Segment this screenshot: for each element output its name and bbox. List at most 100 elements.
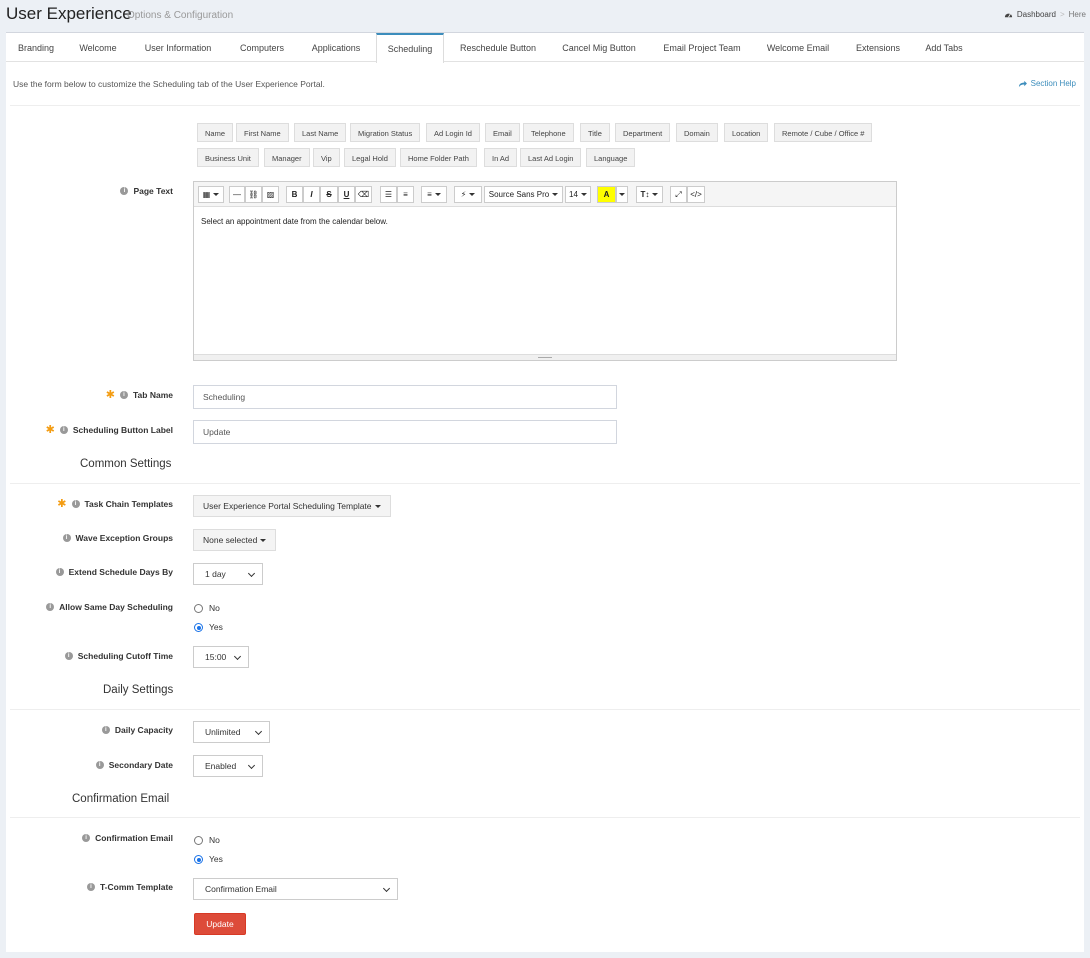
- placeholder-chip[interactable]: Name: [197, 123, 234, 142]
- caret-down-icon: [260, 539, 267, 543]
- italic-icon[interactable]: I: [303, 186, 320, 203]
- placeholder-chip[interactable]: Last Ad Login: [520, 148, 582, 167]
- info-icon[interactable]: i: [120, 391, 128, 399]
- info-icon[interactable]: i: [55, 568, 64, 576]
- same-day-no-option[interactable]: No: [194, 603, 220, 613]
- extend-days-select[interactable]: 1 day: [193, 563, 263, 585]
- placeholder-chip[interactable]: Title: [580, 123, 610, 142]
- tab-reschedule-button[interactable]: Reschedule Button: [450, 33, 546, 62]
- radio-yes[interactable]: [194, 854, 203, 864]
- placeholder-chip[interactable]: Manager: [264, 148, 310, 167]
- tab-cancel-mig-button[interactable]: Cancel Mig Button: [552, 33, 646, 62]
- share-icon: [1018, 80, 1027, 87]
- same-day-label-row: i Allow Same Day Scheduling: [6, 602, 173, 616]
- required-asterisk: ✱: [105, 389, 115, 401]
- info-icon[interactable]: i: [95, 761, 104, 769]
- tab-scheduling[interactable]: Scheduling: [376, 33, 444, 63]
- chevron-down-icon[interactable]: [616, 186, 628, 203]
- link-icon[interactable]: ⛓: [245, 186, 262, 203]
- confirmation-yes-option[interactable]: Yes: [194, 854, 223, 864]
- daily-capacity-select[interactable]: Unlimited: [193, 721, 270, 743]
- tab-branding[interactable]: Branding: [6, 33, 66, 62]
- scheduling-button-label-input[interactable]: Update: [193, 420, 617, 444]
- placeholder-chip[interactable]: Migration Status: [350, 123, 421, 142]
- tab-extensions[interactable]: Extensions: [844, 33, 912, 62]
- tab-applications[interactable]: Applications: [300, 33, 372, 62]
- horizontal-rule-icon[interactable]: —: [229, 186, 245, 203]
- update-button[interactable]: Update: [194, 913, 246, 935]
- page-text-label-row: i Page Text: [6, 186, 173, 200]
- secondary-date-select[interactable]: Enabled: [193, 755, 263, 777]
- task-chain-dropdown[interactable]: User Experience Portal Scheduling Templa…: [193, 495, 391, 517]
- font-size-select[interactable]: 14: [565, 186, 591, 203]
- unordered-list-icon[interactable]: ☰: [380, 186, 397, 203]
- info-icon[interactable]: i: [120, 187, 129, 195]
- tab-user-information[interactable]: User Information: [134, 33, 222, 62]
- table-icon[interactable]: ▦: [198, 186, 224, 203]
- capacity-label-row: i Daily Capacity: [6, 725, 173, 739]
- placeholder-chip[interactable]: Legal Hold: [344, 148, 396, 167]
- placeholder-chip[interactable]: Telephone: [523, 123, 574, 142]
- dashboard-icon: [1004, 13, 1012, 18]
- tcomm-template-select[interactable]: Confirmation Email: [193, 878, 398, 900]
- radio-yes[interactable]: [194, 622, 203, 632]
- placeholder-chip[interactable]: Email: [485, 123, 520, 142]
- tab-computers[interactable]: Computers: [228, 33, 296, 62]
- intro-text: Use the form below to customize the Sche…: [13, 79, 325, 89]
- tab-add-tabs[interactable]: Add Tabs: [914, 33, 974, 62]
- placeholder-chip[interactable]: Last Name: [294, 123, 347, 142]
- tab-name-label: Tab Name: [133, 390, 173, 400]
- info-icon[interactable]: i: [62, 534, 71, 542]
- info-icon[interactable]: i: [46, 603, 55, 611]
- fullscreen-icon[interactable]: ⤢: [670, 186, 687, 203]
- text-color-icon[interactable]: A: [597, 186, 616, 203]
- code-view-icon[interactable]: </>: [687, 186, 705, 203]
- tab-welcome-email[interactable]: Welcome Email: [758, 33, 838, 62]
- breadcrumb-current: Here: [1068, 10, 1086, 19]
- image-icon[interactable]: ▨: [262, 186, 279, 203]
- breadcrumb-separator: >: [1059, 10, 1065, 19]
- editor-content[interactable]: Select an appointment date from the cale…: [201, 217, 388, 226]
- info-icon[interactable]: i: [86, 883, 95, 891]
- text-height-icon[interactable]: T↕: [636, 186, 663, 203]
- placeholder-chip[interactable]: Remote / Cube / Office #: [774, 123, 873, 142]
- eraser-icon[interactable]: ⌫: [355, 186, 372, 203]
- info-icon[interactable]: i: [64, 652, 73, 660]
- tab-welcome[interactable]: Welcome: [68, 33, 128, 62]
- placeholder-chip[interactable]: Home Folder Path: [400, 148, 477, 167]
- align-icon[interactable]: ≡: [421, 186, 447, 203]
- info-icon[interactable]: i: [71, 500, 80, 508]
- confirmation-no-option[interactable]: No: [194, 835, 220, 845]
- breadcrumb-dashboard[interactable]: Dashboard: [1017, 10, 1056, 19]
- placeholder-chip[interactable]: Ad Login Id: [426, 123, 480, 142]
- placeholder-chip[interactable]: Language: [586, 148, 636, 167]
- placeholder-chip[interactable]: In Ad: [484, 148, 518, 167]
- placeholder-chip[interactable]: Business Unit: [197, 148, 259, 167]
- radio-no[interactable]: [194, 603, 203, 613]
- editor-resize-handle[interactable]: [194, 354, 896, 360]
- strikethrough-icon[interactable]: S: [320, 186, 338, 203]
- radio-no[interactable]: [194, 835, 203, 845]
- same-day-yes-option[interactable]: Yes: [194, 622, 223, 632]
- info-icon[interactable]: i: [82, 834, 91, 842]
- tab-email-project-team[interactable]: Email Project Team: [652, 33, 752, 62]
- placeholder-chip[interactable]: Department: [615, 123, 671, 142]
- magic-wand-icon[interactable]: ⚡: [454, 186, 482, 203]
- placeholder-chip[interactable]: Location: [724, 123, 769, 142]
- editor-toolbar: ▦ — ⛓ ▨ B I S U ⌫ ☰ ≡ ≡ ⚡ Source Sans Pr…: [194, 182, 896, 207]
- info-icon[interactable]: i: [101, 726, 110, 734]
- ordered-list-icon[interactable]: ≡: [397, 186, 414, 203]
- info-icon[interactable]: i: [59, 426, 68, 434]
- font-family-select[interactable]: Source Sans Pro: [484, 186, 563, 203]
- wave-exception-dropdown[interactable]: None selected: [193, 529, 277, 551]
- section-help-label: Section Help: [1030, 79, 1076, 88]
- bold-icon[interactable]: B: [286, 186, 303, 203]
- placeholder-chip[interactable]: Vip: [313, 148, 340, 167]
- section-help-link[interactable]: Section Help: [1018, 79, 1076, 88]
- tab-name-input[interactable]: Scheduling: [193, 385, 617, 409]
- placeholder-chip[interactable]: Domain: [676, 123, 718, 142]
- button-label-row: ✱ i Scheduling Button Label: [6, 425, 173, 439]
- placeholder-chip[interactable]: First Name: [236, 123, 289, 142]
- underline-icon[interactable]: U: [338, 186, 355, 203]
- cutoff-time-select[interactable]: 15:00: [193, 646, 249, 668]
